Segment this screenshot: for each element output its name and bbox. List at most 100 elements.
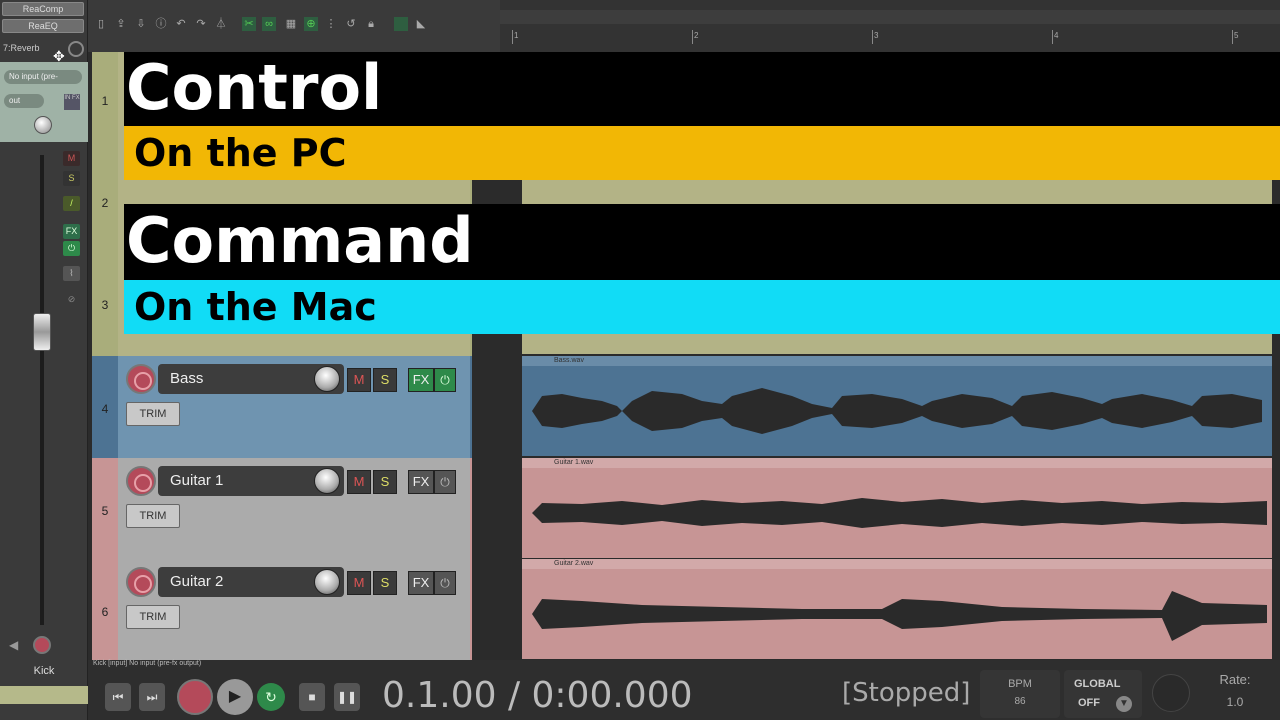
solo-button[interactable]: S [373,470,397,494]
envelope-tool-icon[interactable]: ◣ [414,17,428,31]
chevron-down-icon[interactable]: ▼ [1116,696,1132,712]
envelope-icon[interactable]: ⌇ [63,266,80,281]
item-file-label: Guitar 1.wav [522,458,1272,468]
mixer-fx-power-icon[interactable]: ⏻ [63,241,80,256]
auto-crossfade-icon[interactable]: ↺ [344,17,358,31]
volume-knob[interactable] [314,468,340,494]
snap-icon[interactable]: ⊕ [304,17,318,31]
new-project-icon[interactable]: ▯ [94,17,108,31]
guitar-2-waveform [532,591,1267,641]
global-automation-box[interactable]: GLOBAL OFF ▼ [1064,670,1142,718]
rate-value[interactable]: 1.0 [1200,695,1270,709]
track-number: 5 [101,504,109,518]
media-item-guitar-2[interactable]: Guitar 2.wav [522,559,1272,659]
save-project-icon[interactable]: ⇩ [134,17,148,31]
track-row-guitar-2[interactable]: 6 Guitar 2 M S FX ⏻ TRIM [92,559,472,660]
bpm-box[interactable]: BPM 86 [980,670,1060,718]
fx-power-icon[interactable]: ⏻ [434,368,456,392]
track-row-bass[interactable]: 4 Bass M S FX ⏻ TRIM [92,356,472,458]
go-to-start-button[interactable]: ⏮ [105,683,131,711]
play-button[interactable]: ▶ [217,679,253,715]
solo-button[interactable]: S [373,368,397,392]
fx-power-icon[interactable]: ⏻ [434,470,456,494]
mixer-record-arm[interactable] [33,636,51,654]
track-number: 1 [101,94,109,108]
bpm-value[interactable]: 86 [980,696,1060,707]
overlay-title-bar: Command [124,204,1280,280]
bass-waveform [532,388,1262,434]
grid-icon[interactable]: ▦ [284,17,298,31]
fx-slot-reacomp[interactable]: ReaComp [2,2,84,16]
send-knob-icon[interactable] [68,41,84,57]
repeat-button[interactable]: ↻ [257,683,285,711]
undo-icon[interactable]: ↶ [174,17,188,31]
global-label: GLOBAL [1074,678,1121,690]
ruler-tick-label: 1 [514,31,519,40]
track-body: Guitar 2 M S FX ⏻ TRIM [118,559,470,660]
stop-button[interactable]: ■ [299,683,325,711]
time-display[interactable]: 0.1.00 / 0:00.000 [382,675,693,716]
open-project-icon[interactable]: ⇪ [114,17,128,31]
ruler-region-lane[interactable] [500,10,1280,24]
ripple-edit-icon[interactable]: ✂ [242,17,256,31]
track-number: 2 [101,196,109,210]
in-fx-button[interactable]: IN FX [64,94,80,110]
record-button[interactable] [177,679,213,715]
playrate-knob[interactable] [1152,674,1190,712]
fx-button[interactable]: FX [408,571,434,595]
fx-button[interactable]: FX [408,368,434,392]
speaker-icon: ◀ [9,638,19,652]
timeline-ruler[interactable]: 1 2 3 4 5 [500,0,1280,52]
lock-icon[interactable]: 🔒︎ [364,17,378,31]
item-file-label: Guitar 2.wav [522,559,1272,569]
media-item-guitar-1[interactable]: Guitar 1.wav [522,458,1272,558]
envelope-lock-icon[interactable] [394,17,408,31]
mixer-track-color-bar [0,686,88,704]
transport-state: [Stopped] [842,678,971,708]
ruler-tick-label: 5 [1234,31,1239,40]
metronome-icon[interactable]: ⏃ [214,17,228,31]
volume-knob[interactable] [314,569,340,595]
input-select[interactable]: No input (pre- [4,70,82,84]
go-to-end-button[interactable]: ⏭ [139,683,165,711]
send-reverb-label[interactable]: 7:Reverb [3,43,40,53]
mute-button[interactable]: M [347,470,371,494]
solo-button[interactable]: S [373,571,397,595]
redo-icon[interactable]: ↷ [194,17,208,31]
toolbar: ▯ ⇪ ⇩ ⓘ ↶ ↷ ⏃ ✂ ∞ ▦ ⊕ ⋮ ↺ 🔒︎ ◣ [88,0,500,52]
record-arm-button[interactable] [126,364,156,394]
trim-button[interactable]: TRIM [126,605,180,629]
media-item-bass[interactable]: Bass.wav [522,356,1272,456]
fx-slot-reaeq[interactable]: ReaEQ [2,19,84,33]
volume-knob[interactable] [314,366,340,392]
fx-button[interactable]: FX [408,470,434,494]
trim-button[interactable]: TRIM [126,504,180,528]
mixer-solo-button[interactable]: S [63,171,80,186]
global-value[interactable]: OFF [1078,697,1100,709]
mute-button[interactable]: M [347,571,371,595]
guitar-1-waveform [532,498,1267,528]
mute-button[interactable]: M [347,368,371,392]
record-arm-button[interactable] [126,466,156,496]
ruler-tick [692,30,693,44]
item-grouping-icon[interactable]: ∞ [262,17,276,31]
fx-power-icon[interactable]: ⏻ [434,571,456,595]
volume-fader[interactable] [33,313,51,351]
routing-icon[interactable]: ⊘ [63,292,80,307]
track-row-guitar-1[interactable]: 5 Guitar 1 M S FX ⏻ TRIM [92,458,472,559]
mixer-io-panel: No input (pre- out IN FX [0,62,88,142]
mixer-fx-button[interactable]: FX [63,224,80,239]
record-arm-button[interactable] [126,567,156,597]
ruler-tick [1052,30,1053,44]
mixer-track-name[interactable]: Kick [0,665,88,677]
crossfade-icon[interactable]: ⋮ [324,17,338,31]
pause-button[interactable]: ❚❚ [334,683,360,711]
project-settings-icon[interactable]: ⓘ [154,17,168,31]
rate-box[interactable]: Rate: 1.0 [1200,670,1270,718]
trim-button[interactable]: TRIM [126,402,180,426]
phase-icon[interactable]: / [63,196,80,211]
output-select[interactable]: out [4,94,44,108]
media-item-olive[interactable] [522,177,1272,205]
pan-knob[interactable] [34,116,52,134]
mixer-mute-button[interactable]: M [63,151,80,166]
